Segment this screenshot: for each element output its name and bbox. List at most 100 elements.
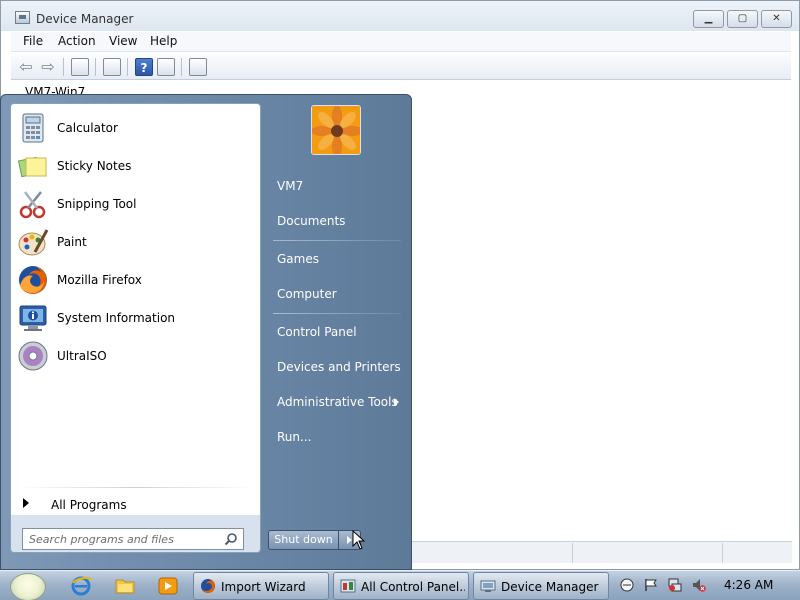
task-device-manager[interactable]: Device Manager [473, 572, 609, 600]
minimize-button[interactable]: ▁ [693, 10, 724, 28]
submenu-arrow-icon [394, 398, 399, 406]
start-button[interactable] [10, 573, 46, 600]
right-item-run[interactable]: Run... [275, 424, 405, 450]
program-label: System Information [57, 311, 176, 325]
program-firefox[interactable]: Mozilla Firefox [15, 262, 258, 298]
search-box [22, 528, 244, 550]
media-player-icon[interactable] [157, 575, 179, 597]
right-item-label: Documents [277, 214, 346, 228]
window-title: Device Manager [36, 12, 134, 26]
menu-view[interactable]: View [109, 34, 137, 48]
right-item-administrative-tools[interactable]: Administrative Tools [275, 389, 405, 415]
user-picture[interactable] [311, 105, 361, 155]
triangle-right-icon [23, 498, 29, 508]
task-label: All Control Panel... [361, 580, 465, 594]
sticky-notes-icon [17, 156, 47, 178]
status-separator [722, 543, 723, 563]
system-information-icon [19, 305, 47, 331]
forward-arrow-icon[interactable]: ⇨ [39, 58, 57, 76]
language-bar-icon[interactable] [620, 578, 634, 592]
program-label: Paint [57, 235, 87, 249]
search-area [10, 515, 261, 553]
taskbar: Import Wizard All Control Panel... Devic… [0, 570, 800, 600]
properties-icon[interactable] [103, 58, 121, 76]
folder-icon[interactable] [114, 575, 136, 597]
toolbar-separator [127, 58, 128, 76]
console-tree-icon[interactable] [71, 58, 89, 76]
shutdown-button[interactable]: Shut down [268, 530, 339, 550]
programs-pane: Calculator Sticky Notes Snipping Tool Pa… [10, 103, 261, 553]
title-bar[interactable]: Device Manager ▁ ▢ ✕ [1, 1, 799, 31]
start-menu: Calculator Sticky Notes Snipping Tool Pa… [0, 94, 412, 570]
snipping-tool-icon [19, 191, 46, 219]
toolbar-separator [181, 58, 182, 76]
device-tree-pane [412, 85, 792, 541]
right-item-devices-and-printers[interactable]: Devices and Printers [275, 354, 405, 380]
task-label: Device Manager [501, 580, 599, 594]
menu-help[interactable]: Help [150, 34, 177, 48]
right-item-label: VM7 [277, 179, 304, 193]
right-separator [273, 313, 401, 314]
program-label: Mozilla Firefox [57, 273, 142, 287]
help-icon[interactable]: ? [135, 58, 153, 76]
maximize-button[interactable]: ▢ [727, 10, 758, 28]
toolbar: ⇦ ⇨ ? [11, 54, 791, 80]
task-all-control-panel[interactable]: All Control Panel... [333, 572, 469, 600]
menu-action[interactable]: Action [58, 34, 96, 48]
right-item-label: Computer [277, 287, 337, 301]
action-center-flag-icon[interactable] [644, 578, 658, 592]
network-disconnected-icon[interactable] [668, 578, 682, 592]
task-import-wizard[interactable]: Import Wizard [193, 572, 329, 600]
right-item-label: Run... [277, 430, 312, 444]
program-paint[interactable]: Paint [15, 224, 258, 260]
volume-muted-icon[interactable] [692, 578, 706, 592]
program-label: Calculator [57, 121, 118, 135]
ultraiso-icon [18, 341, 48, 371]
toolbar-separator [63, 58, 64, 76]
toolbar-separator [95, 58, 96, 76]
program-system-information[interactable]: System Information [15, 300, 258, 336]
menu-file[interactable]: File [23, 34, 43, 48]
program-label: Snipping Tool [57, 197, 137, 211]
status-separator [572, 543, 573, 563]
all-programs-label: All Programs [51, 498, 127, 512]
program-snipping-tool[interactable]: Snipping Tool [15, 186, 258, 222]
program-label: UltraISO [57, 349, 107, 363]
calculator-icon [22, 113, 44, 143]
right-item-user[interactable]: VM7 [275, 173, 405, 199]
right-item-documents[interactable]: Documents [275, 208, 405, 234]
internet-explorer-icon[interactable] [70, 575, 92, 597]
right-separator [273, 240, 401, 241]
program-calculator[interactable]: Calculator [15, 110, 258, 146]
right-item-label: Administrative Tools [277, 395, 398, 409]
task-label: Import Wizard [221, 580, 306, 594]
search-icon[interactable] [224, 532, 238, 546]
program-sticky-notes[interactable]: Sticky Notes [15, 148, 258, 184]
menu-bar: File Action View Help [11, 32, 791, 52]
right-item-label: Games [277, 252, 319, 266]
device-manager-icon [15, 11, 30, 24]
status-bar [412, 541, 792, 563]
action-pane-icon[interactable] [157, 58, 175, 76]
program-label: Sticky Notes [57, 159, 132, 173]
device-manager-icon [480, 580, 496, 592]
program-ultraiso[interactable]: UltraISO [15, 338, 258, 374]
scan-hardware-icon[interactable] [189, 58, 207, 76]
right-item-label: Devices and Printers [277, 360, 401, 374]
flower-picture-icon [312, 106, 360, 154]
right-item-control-panel[interactable]: Control Panel [275, 319, 405, 345]
right-item-label: Control Panel [277, 325, 357, 339]
search-input[interactable] [29, 532, 219, 546]
mouse-cursor-icon [352, 530, 366, 550]
paint-icon [18, 229, 49, 256]
clock[interactable]: 4:26 AM [724, 578, 773, 592]
right-item-games[interactable]: Games [275, 246, 405, 272]
all-programs-button[interactable]: All Programs [15, 493, 258, 517]
right-item-computer[interactable]: Computer [275, 281, 405, 307]
all-programs-divider [17, 487, 254, 488]
control-panel-icon [340, 579, 356, 593]
firefox-icon [19, 266, 47, 294]
back-arrow-icon[interactable]: ⇦ [17, 58, 35, 76]
firefox-icon [201, 579, 215, 593]
close-button[interactable]: ✕ [761, 10, 792, 28]
